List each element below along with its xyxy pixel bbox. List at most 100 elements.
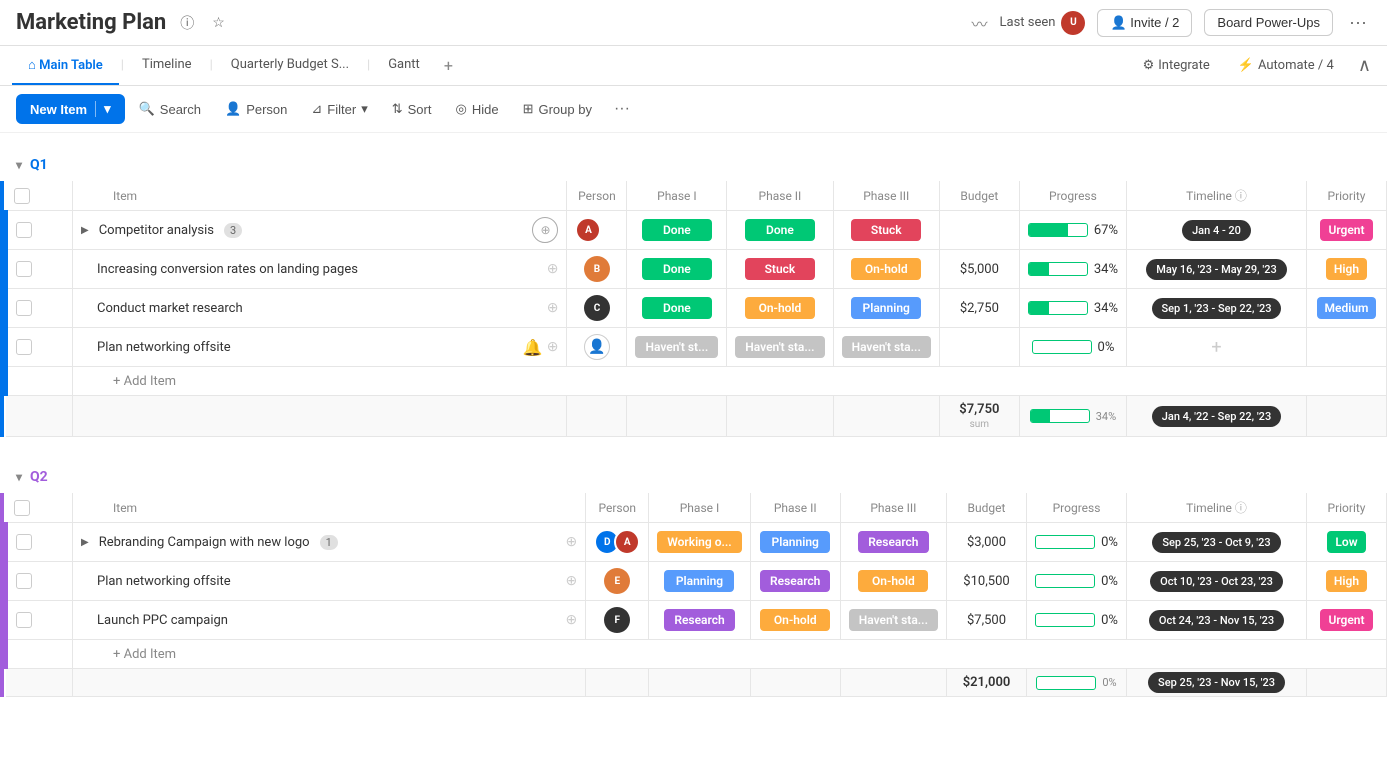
expand-icon[interactable]: ▶ bbox=[81, 225, 89, 236]
q1-group-header[interactable]: ▾ Q1 bbox=[0, 149, 1387, 181]
phase1-cell[interactable]: Research bbox=[649, 601, 750, 640]
sum-progress: 34% bbox=[1019, 396, 1126, 437]
person-cell[interactable]: B bbox=[567, 250, 627, 289]
notify-icon[interactable]: 🔔 bbox=[523, 338, 543, 357]
phase2-cell[interactable]: Haven't sta... bbox=[727, 328, 833, 367]
tab-main-table[interactable]: ⌂ Main Table bbox=[12, 47, 119, 85]
priority-cell[interactable]: Low bbox=[1307, 523, 1387, 562]
new-item-button[interactable]: New Item ▾ bbox=[16, 94, 125, 124]
phase1-cell[interactable]: Done bbox=[627, 250, 727, 289]
phase3-badge: Haven't sta... bbox=[842, 336, 931, 358]
phase1-cell[interactable]: Done bbox=[627, 211, 727, 250]
person-cell[interactable]: A bbox=[567, 211, 627, 250]
phase3-cell[interactable]: Haven't sta... bbox=[840, 601, 946, 640]
sum-progress-bar bbox=[1030, 409, 1090, 423]
star-icon-button[interactable]: ☆ bbox=[208, 12, 229, 33]
priority-badge: High bbox=[1326, 258, 1367, 280]
phase2-cell[interactable]: On-hold bbox=[727, 289, 833, 328]
phase3-cell[interactable]: On-hold bbox=[840, 562, 946, 601]
phase1-badge: Done bbox=[642, 258, 712, 280]
phase2-cell[interactable]: Done bbox=[727, 211, 833, 250]
group-by-button[interactable]: ⊞ Group by bbox=[513, 95, 602, 123]
sort-button[interactable]: ⇅ Sort bbox=[382, 95, 442, 123]
person-cell[interactable]: F bbox=[586, 601, 649, 640]
tab-timeline[interactable]: Timeline bbox=[126, 47, 208, 84]
person-cell[interactable]: 👤 bbox=[567, 328, 627, 367]
header-more-button[interactable]: ··· bbox=[1345, 8, 1371, 37]
timeline-info-icon-q2: ⓘ bbox=[1235, 501, 1247, 515]
add-item-label[interactable]: + Add Item bbox=[73, 640, 1387, 669]
add-person-icon[interactable]: ⊕ bbox=[547, 339, 559, 355]
row-checkbox[interactable] bbox=[6, 601, 73, 640]
select-all-checkbox-q1[interactable] bbox=[14, 188, 30, 204]
expand-icon[interactable]: ▶ bbox=[81, 537, 89, 548]
add-person-icon[interactable]: ⊕ bbox=[566, 534, 578, 550]
tab-quarterly-budget[interactable]: Quarterly Budget S... bbox=[215, 47, 365, 84]
budget-cell: $5,000 bbox=[939, 250, 1019, 289]
person-button[interactable]: 👤 Person bbox=[215, 95, 297, 123]
progress-cell: 34% bbox=[1019, 250, 1126, 289]
row-checkbox[interactable] bbox=[6, 523, 73, 562]
timeline-cell[interactable]: Jan 4 - 20 bbox=[1127, 211, 1307, 250]
q2-add-item-row[interactable]: + Add Item bbox=[6, 640, 1387, 669]
add-person-icon[interactable]: ⊕ bbox=[566, 573, 578, 589]
filter-button[interactable]: ⊿ Filter ▾ bbox=[301, 95, 377, 123]
phase2-cell[interactable]: Planning bbox=[750, 523, 840, 562]
phase1-cell[interactable]: Working o... bbox=[649, 523, 750, 562]
person-cell[interactable]: C bbox=[567, 289, 627, 328]
automate-button[interactable]: ⚡ Automate / 4 bbox=[1230, 52, 1342, 79]
phase1-cell[interactable]: Done bbox=[627, 289, 727, 328]
select-all-checkbox-q2[interactable] bbox=[14, 500, 30, 516]
invite-button[interactable]: 👤 Invite / 2 bbox=[1097, 9, 1192, 37]
hide-button[interactable]: ◎ Hide bbox=[445, 95, 508, 123]
timeline-cell[interactable]: + bbox=[1127, 328, 1307, 367]
progress-header-q2: Progress bbox=[1027, 493, 1127, 523]
power-ups-button[interactable]: Board Power-Ups bbox=[1204, 9, 1333, 36]
phase1-cell[interactable]: Haven't st... bbox=[627, 328, 727, 367]
timeline-add-icon[interactable]: + bbox=[1211, 337, 1221, 358]
tab-gantt[interactable]: Gantt bbox=[372, 47, 436, 84]
row-checkbox[interactable] bbox=[6, 289, 73, 328]
phase1-cell[interactable]: Planning bbox=[649, 562, 750, 601]
row-checkbox[interactable] bbox=[6, 211, 73, 250]
priority-cell[interactable]: Medium bbox=[1307, 289, 1387, 328]
phase3-cell[interactable]: On-hold bbox=[833, 250, 939, 289]
phase2-cell[interactable]: Research bbox=[750, 562, 840, 601]
phase2-cell[interactable]: On-hold bbox=[750, 601, 840, 640]
phase3-cell[interactable]: Planning bbox=[833, 289, 939, 328]
timeline-cell[interactable]: Sep 1, '23 - Sep 22, '23 bbox=[1127, 289, 1307, 328]
priority-cell[interactable]: Urgent bbox=[1307, 601, 1387, 640]
phase3-cell[interactable]: Research bbox=[840, 523, 946, 562]
priority-cell[interactable]: High bbox=[1307, 250, 1387, 289]
q1-add-item-row[interactable]: + Add Item bbox=[6, 367, 1387, 396]
person-cell[interactable]: D A bbox=[586, 523, 649, 562]
search-button[interactable]: 🔍 Search bbox=[129, 95, 211, 123]
integrate-button[interactable]: ⚙ Integrate bbox=[1135, 52, 1218, 79]
priority-cell[interactable]: Urgent bbox=[1307, 211, 1387, 250]
priority-cell[interactable]: High bbox=[1307, 562, 1387, 601]
q2-toggle-icon[interactable]: ▾ bbox=[16, 470, 22, 484]
timeline-cell[interactable]: Sep 25, '23 - Oct 9, '23 bbox=[1127, 523, 1307, 562]
timeline-cell[interactable]: Oct 10, '23 - Oct 23, '23 bbox=[1127, 562, 1307, 601]
q2-group-header[interactable]: ▾ Q2 bbox=[0, 461, 1387, 493]
add-item-label[interactable]: + Add Item bbox=[73, 367, 1387, 396]
phase3-cell[interactable]: Haven't sta... bbox=[833, 328, 939, 367]
add-person-icon[interactable]: ⊕ bbox=[547, 261, 559, 277]
row-checkbox[interactable] bbox=[6, 250, 73, 289]
add-person-icon[interactable]: ⊕ bbox=[566, 612, 578, 628]
phase2-cell[interactable]: Stuck bbox=[727, 250, 833, 289]
add-person-icon[interactable]: ⊕ bbox=[547, 300, 559, 316]
timeline-cell[interactable]: Oct 24, '23 - Nov 15, '23 bbox=[1127, 601, 1307, 640]
tabs-collapse-button[interactable]: ∧ bbox=[1354, 51, 1375, 80]
person-cell[interactable]: E bbox=[586, 562, 649, 601]
toolbar-more-button[interactable]: ··· bbox=[606, 96, 638, 122]
phase3-cell[interactable]: Stuck bbox=[833, 211, 939, 250]
q1-toggle-icon[interactable]: ▾ bbox=[16, 158, 22, 172]
timeline-cell[interactable]: May 16, '23 - May 29, '23 bbox=[1127, 250, 1307, 289]
row-checkbox[interactable] bbox=[6, 562, 73, 601]
add-person-icon[interactable]: ⊕ bbox=[532, 217, 558, 243]
row-checkbox[interactable] bbox=[6, 328, 73, 367]
info-icon-button[interactable]: ⓘ bbox=[176, 11, 198, 35]
add-tab-button[interactable]: + bbox=[436, 46, 461, 85]
priority-cell[interactable] bbox=[1307, 328, 1387, 367]
